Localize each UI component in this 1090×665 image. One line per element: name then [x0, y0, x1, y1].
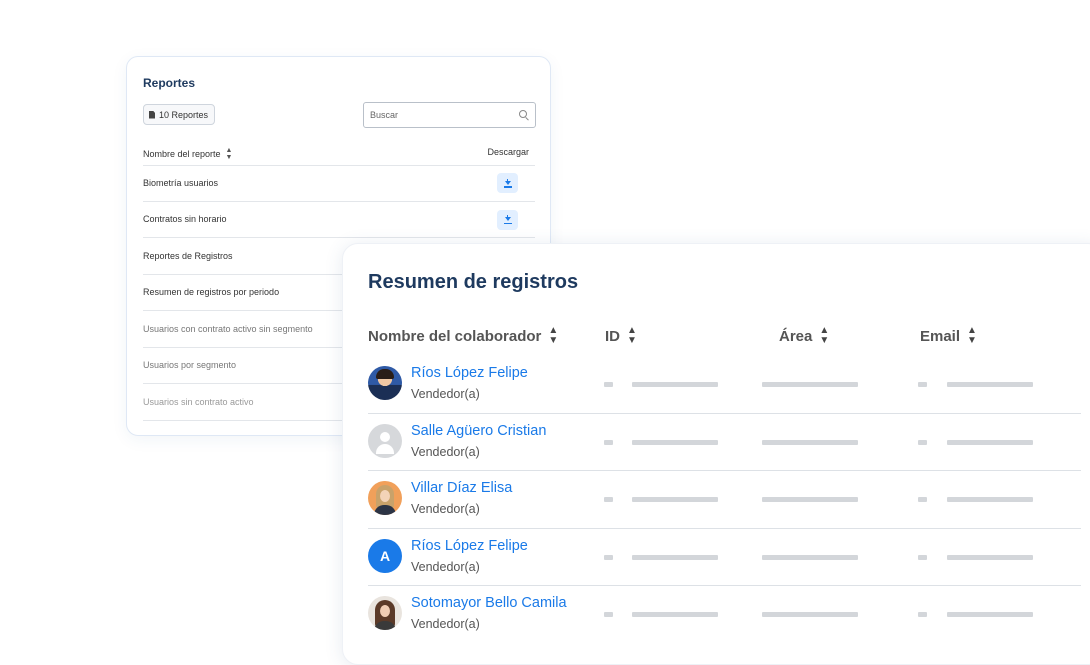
email-placeholder [918, 497, 927, 502]
area-placeholder-bar [762, 497, 858, 502]
avatar [368, 366, 402, 400]
email-placeholder-bar [947, 612, 1033, 617]
download-icon [503, 215, 512, 224]
table-row[interactable]: Salle Agüero Cristian Vendedor(a) [368, 414, 1081, 471]
column-header-colaborador[interactable]: Nombre del colaborador ▲ ▼ [368, 326, 558, 346]
document-icon [149, 110, 155, 119]
column-header-label: ID [605, 327, 620, 345]
email-placeholder [918, 382, 927, 387]
id-placeholder-bar [632, 439, 718, 445]
download-button[interactable] [497, 173, 518, 193]
column-header-id[interactable]: ID ▲ ▼ [605, 326, 637, 346]
report-name: Biometría usuarios [143, 177, 219, 188]
search-input[interactable] [370, 110, 519, 120]
avatar [368, 481, 402, 515]
avatar [368, 596, 402, 630]
email-placeholder-bar [947, 439, 1033, 445]
employee-name-link[interactable]: Sotomayor Bello Camila [411, 595, 567, 611]
table-row[interactable]: Villar Díaz Elisa Vendedor(a) [368, 471, 1081, 529]
reports-table-header: Nombre del reporte ▲ ▼ Descargar [143, 147, 535, 166]
sort-icon[interactable]: ▲ ▼ [226, 147, 233, 161]
report-name: Usuarios por segmento [143, 360, 237, 371]
id-placeholder-bar [632, 382, 718, 387]
avatar-initial: A [368, 538, 402, 573]
email-placeholder [918, 439, 927, 445]
report-name: Reportes de Registros [143, 250, 233, 261]
id-placeholder [604, 497, 613, 502]
table-row[interactable]: Contratos sin horario [143, 202, 535, 238]
area-placeholder-bar [762, 382, 858, 387]
email-placeholder-bar [947, 554, 1033, 560]
email-placeholder-bar [947, 382, 1033, 387]
search-box[interactable] [363, 102, 536, 128]
id-placeholder [604, 612, 613, 617]
sort-icon[interactable]: ▲ ▼ [819, 326, 829, 346]
search-icon[interactable] [519, 110, 529, 120]
area-placeholder-bar [762, 439, 858, 445]
email-placeholder [918, 612, 927, 617]
table-row[interactable]: A Ríos López Felipe Vendedor(a) [368, 529, 1081, 586]
id-placeholder-bar [632, 612, 718, 617]
employee-role: Vendedor(a) [411, 617, 480, 631]
employee-name-link[interactable]: Ríos López Felipe [411, 538, 528, 554]
employee-role: Vendedor(a) [411, 559, 480, 574]
download-button[interactable] [497, 209, 518, 230]
report-name: Contratos sin horario [143, 214, 227, 225]
email-placeholder-bar [947, 497, 1033, 502]
report-name: Usuarios con contrato activo sin segment… [143, 323, 313, 334]
summary-title: Resumen de registros [368, 271, 579, 293]
reports-count-badge: 10 Reportes [143, 104, 216, 125]
id-placeholder [604, 439, 613, 445]
download-icon [503, 178, 512, 188]
id-placeholder [604, 554, 613, 560]
employee-role: Vendedor(a) [411, 444, 480, 459]
employee-name-link[interactable]: Villar Díaz Elisa [411, 480, 512, 496]
area-placeholder-bar [762, 612, 858, 617]
id-placeholder [604, 382, 613, 387]
report-name: Resumen de registros por periodo [143, 287, 280, 298]
column-header-name-label: Nombre del reporte [143, 149, 221, 159]
column-header-name[interactable]: Nombre del reporte ▲ ▼ [143, 147, 232, 161]
employee-name-link[interactable]: Salle Agüero Cristian [411, 423, 546, 439]
area-placeholder-bar [762, 554, 858, 560]
employee-role: Vendedor(a) [411, 502, 480, 516]
reports-title: Reportes [143, 76, 196, 90]
column-header-label: Área [779, 327, 813, 345]
email-placeholder [918, 554, 927, 560]
sort-icon[interactable]: ▲ ▼ [548, 326, 558, 346]
report-name: Usuarios sin contrato activo [143, 396, 254, 407]
id-placeholder-bar [632, 497, 718, 502]
employee-role: Vendedor(a) [411, 387, 480, 401]
user-icon [368, 423, 402, 458]
column-header-area[interactable]: Área ▲ ▼ [779, 326, 829, 346]
column-header-label: Nombre del colaborador [368, 327, 542, 345]
column-header-download: Descargar [487, 147, 529, 157]
employee-name-link[interactable]: Ríos López Felipe [411, 365, 528, 381]
column-header-email[interactable]: Email ▲ ▼ [920, 326, 977, 346]
id-placeholder-bar [632, 554, 718, 560]
sort-icon[interactable]: ▲ ▼ [627, 326, 637, 346]
reports-count-label: 10 Reportes [159, 109, 209, 120]
summary-table-header: Nombre del colaborador ▲ ▼ ID ▲ ▼ Área ▲ ▼ … [368, 326, 1090, 346]
sort-icon[interactable]: ▲ ▼ [967, 326, 977, 346]
table-row[interactable]: Sotomayor Bello Camila Vendedor(a) [368, 586, 1081, 643]
summary-table-body: Ríos López Felipe Vendedor(a) Salle Agüe… [368, 356, 1081, 643]
summary-card: Resumen de registros Nombre del colabora… [342, 243, 1090, 665]
table-row[interactable]: Biometría usuarios [143, 165, 535, 202]
column-header-label: Email [920, 327, 961, 345]
table-row[interactable]: Ríos López Felipe Vendedor(a) [368, 356, 1081, 414]
